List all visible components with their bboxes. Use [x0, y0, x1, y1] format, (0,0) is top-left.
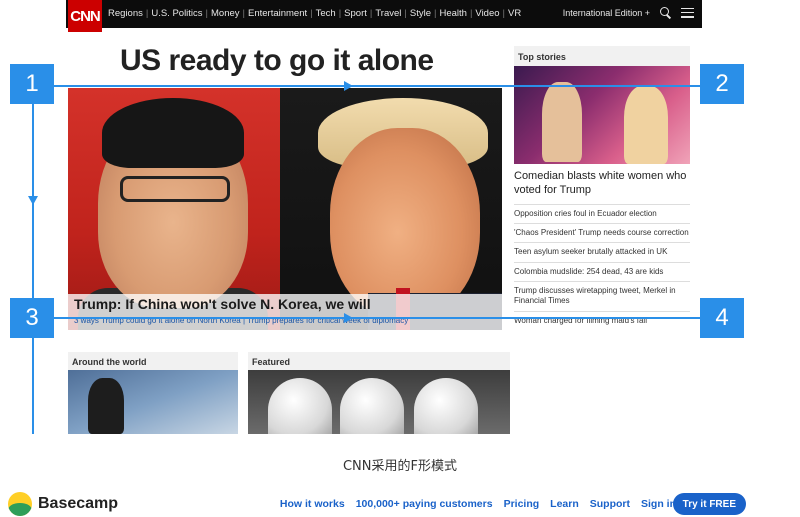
- list-item[interactable]: 'Chaos President' Trump needs course cor…: [514, 222, 690, 242]
- annotation-line-vertical: [32, 104, 34, 434]
- list-item[interactable]: Woman charged for filming maid's fall: [514, 310, 690, 330]
- nav-item-sport[interactable]: Sport: [344, 8, 367, 19]
- annotation-line-middle: [54, 317, 700, 319]
- cnn-header: CNN Regions | U.S. Politics | Money | Enter…: [66, 0, 702, 32]
- featured-image[interactable]: [248, 370, 510, 434]
- nav-item-vr[interactable]: VR: [508, 8, 521, 19]
- link-support[interactable]: Support: [590, 498, 630, 510]
- top-story-feature[interactable]: Comedian blasts white women who voted fo…: [514, 164, 690, 204]
- annotation-line-top: [54, 85, 700, 87]
- nav-item-health[interactable]: Health: [439, 8, 466, 19]
- nav-item-money[interactable]: Money: [211, 8, 240, 19]
- link-how-it-works[interactable]: How it works: [280, 498, 345, 510]
- link-pricing[interactable]: Pricing: [504, 498, 540, 510]
- list-item[interactable]: Teen asylum seeker brutally attacked in …: [514, 242, 690, 261]
- section-header-featured: Featured: [248, 352, 510, 370]
- list-item[interactable]: Opposition cries foul in Ecuador electio…: [514, 203, 690, 223]
- hero-title[interactable]: Trump: If China won't solve N. Korea, we…: [74, 296, 371, 312]
- link-customers[interactable]: 100,000+ paying customers: [356, 498, 493, 510]
- link-sign-in[interactable]: Sign in: [641, 498, 676, 510]
- around-the-world-section: Around the world: [68, 352, 238, 434]
- nav-item-tech[interactable]: Tech: [316, 8, 336, 19]
- nav-item-regions[interactable]: Regions: [108, 8, 143, 19]
- hero-story[interactable]: Trump: If China won't solve N. Korea, we…: [68, 88, 502, 330]
- basecamp-name: Basecamp: [38, 495, 119, 512]
- menu-icon[interactable]: [681, 7, 694, 18]
- figure-caption: CNN采用的F形模式: [342, 459, 457, 474]
- annotation-badge-4: 4: [700, 298, 744, 338]
- cnn-logo[interactable]: CNN: [68, 0, 102, 32]
- nav-item-us-politics[interactable]: U.S. Politics: [151, 8, 202, 19]
- search-icon[interactable]: [660, 7, 671, 18]
- list-item[interactable]: Trump discusses wiretapping tweet, Merke…: [514, 281, 690, 311]
- annotation-badge-1: 1: [10, 64, 54, 104]
- nav-item-entertainment[interactable]: Entertainment: [248, 8, 307, 19]
- world-image[interactable]: [68, 370, 238, 434]
- annotation-badge-3: 3: [10, 298, 54, 338]
- list-item[interactable]: Colombia mudslide: 254 dead, 43 are kids: [514, 261, 690, 281]
- basecamp-mountain-icon: [8, 492, 32, 516]
- cnn-header-actions: International Edition +: [563, 7, 694, 18]
- page-headline[interactable]: US ready to go it alone: [120, 44, 434, 78]
- nav-item-style[interactable]: Style: [410, 8, 431, 19]
- featured-section: Featured: [248, 352, 510, 434]
- annotation-arrow-down: [28, 196, 38, 205]
- top-stories: Top stories Comedian blasts white women …: [514, 46, 690, 330]
- annotation-badge-2: 2: [700, 64, 744, 104]
- basecamp-logo[interactable]: Basecamp: [8, 492, 118, 516]
- annotation-arrow-middle: [344, 313, 353, 323]
- cnn-nav: Regions | U.S. Politics | Money | Entertain…: [108, 8, 522, 19]
- top-stories-image[interactable]: [514, 66, 690, 164]
- basecamp-nav: How it works 100,000+ paying customers P…: [280, 498, 676, 510]
- link-learn[interactable]: Learn: [550, 498, 579, 510]
- edition-selector[interactable]: International Edition +: [563, 8, 650, 18]
- top-stories-header: Top stories: [514, 46, 690, 66]
- try-it-free-button[interactable]: Try it FREE: [672, 493, 746, 515]
- annotation-arrow-top: [344, 81, 353, 91]
- nav-item-video[interactable]: Video: [475, 8, 499, 19]
- section-header-world: Around the world: [68, 352, 238, 370]
- nav-item-travel[interactable]: Travel: [375, 8, 401, 19]
